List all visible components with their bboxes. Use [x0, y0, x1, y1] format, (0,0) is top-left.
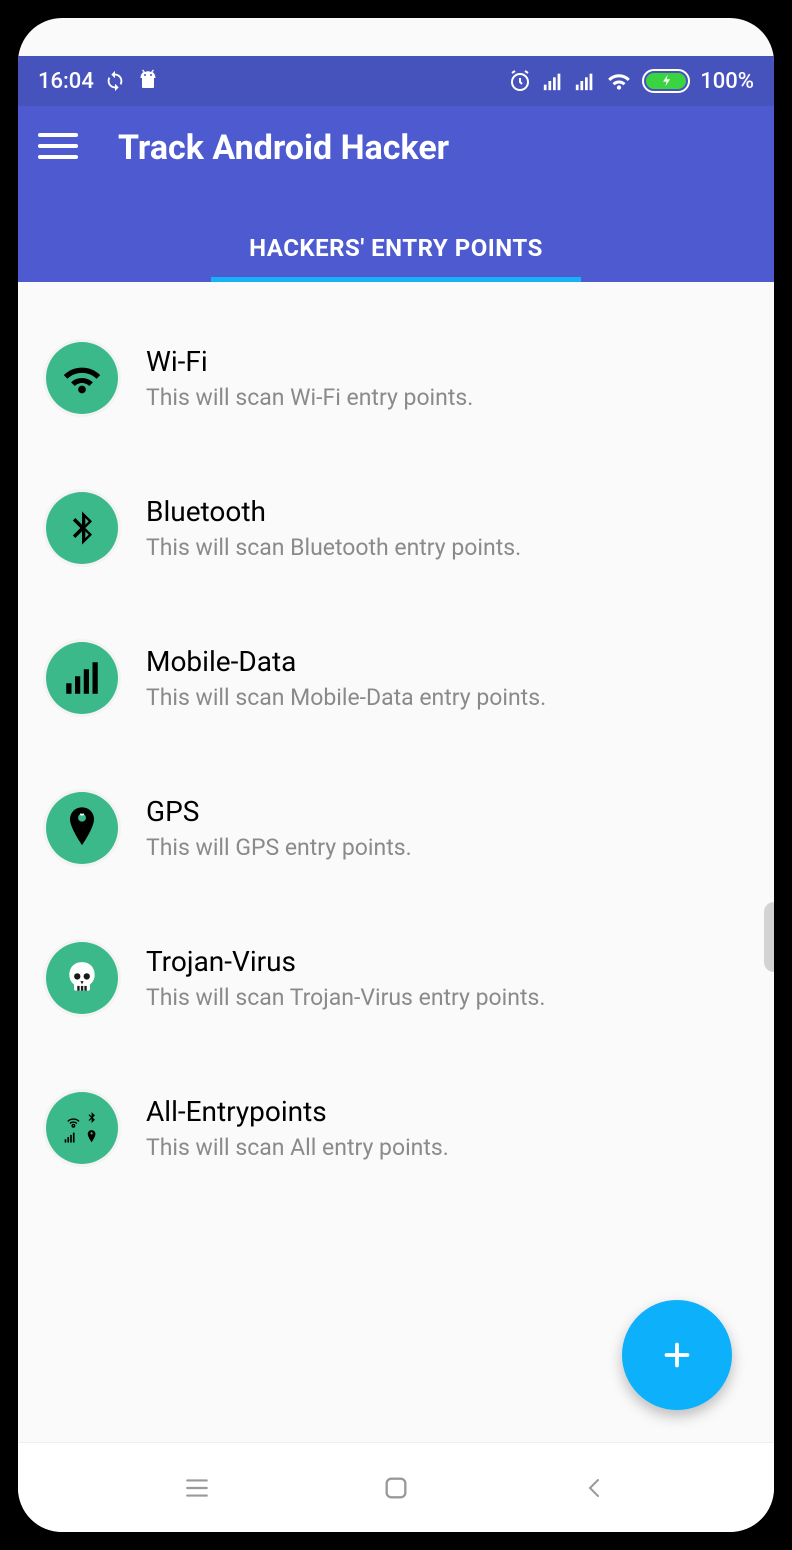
- status-bar: 16:04 100%: [18, 56, 774, 106]
- wifi-icon: [606, 68, 632, 94]
- recent-apps-button[interactable]: [179, 1470, 215, 1506]
- list-item-all[interactable]: All-Entrypoints This will scan All entry…: [18, 1072, 774, 1184]
- wifi-icon: [46, 342, 118, 414]
- item-title: Mobile-Data: [146, 645, 746, 678]
- list-item-bluetooth[interactable]: Bluetooth This will scan Bluetooth entry…: [18, 472, 774, 584]
- menu-button[interactable]: [38, 131, 78, 165]
- list-item-trojan[interactable]: Trojan-Virus This will scan Trojan-Virus…: [18, 922, 774, 1034]
- mobile-data-icon: [46, 642, 118, 714]
- item-desc: This will scan Bluetooth entry points.: [146, 534, 746, 561]
- system-nav-bar: [18, 1442, 774, 1532]
- back-button[interactable]: [577, 1470, 613, 1506]
- tab-entry-points[interactable]: HACKERS' ENTRY POINTS: [201, 216, 591, 282]
- list-item-wifi[interactable]: Wi-Fi This will scan Wi-Fi entry points.: [18, 322, 774, 434]
- item-title: Wi-Fi: [146, 345, 746, 378]
- home-button[interactable]: [378, 1470, 414, 1506]
- item-desc: This will GPS entry points.: [146, 834, 746, 861]
- all-entrypoints-icon: [46, 1092, 118, 1164]
- item-desc: This will scan Mobile-Data entry points.: [146, 684, 746, 711]
- scroll-indicator[interactable]: [764, 902, 774, 972]
- list-item-mobile-data[interactable]: Mobile-Data This will scan Mobile-Data e…: [18, 622, 774, 734]
- item-title: Trojan-Virus: [146, 945, 746, 978]
- bluetooth-icon: [46, 492, 118, 564]
- app-bar: Track Android Hacker HACKERS' ENTRY POIN…: [18, 106, 774, 282]
- skull-icon: [46, 942, 118, 1014]
- gps-icon: [46, 792, 118, 864]
- item-desc: This will scan Trojan-Virus entry points…: [146, 984, 746, 1011]
- status-time: 16:04: [38, 69, 94, 94]
- add-button[interactable]: [622, 1300, 732, 1410]
- content-area: Wi-Fi This will scan Wi-Fi entry points.…: [18, 282, 774, 1442]
- signal-1-icon: [542, 70, 564, 92]
- list-item-gps[interactable]: GPS This will GPS entry points.: [18, 772, 774, 884]
- android-icon: [136, 69, 160, 93]
- alarm-icon: [508, 69, 532, 93]
- battery-percent: 100%: [700, 69, 754, 94]
- item-desc: This will scan Wi-Fi entry points.: [146, 384, 746, 411]
- item-title: GPS: [146, 795, 746, 828]
- page-title: Track Android Hacker: [118, 128, 449, 168]
- item-title: All-Entrypoints: [146, 1095, 746, 1128]
- item-desc: This will scan All entry points.: [146, 1134, 746, 1161]
- battery-icon: [642, 69, 690, 93]
- signal-2-icon: [574, 70, 596, 92]
- item-title: Bluetooth: [146, 495, 746, 528]
- sync-icon: [104, 70, 126, 92]
